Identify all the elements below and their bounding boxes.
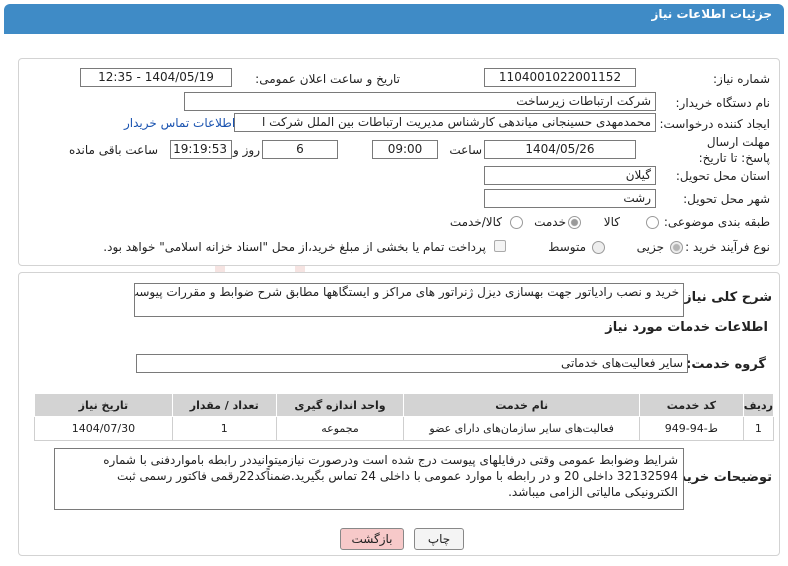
buyer-org-label: نام دستگاه خریدار:	[675, 96, 771, 110]
need-number-field[interactable]: 1104001022001152	[484, 68, 636, 87]
category-radio-service[interactable]	[568, 216, 581, 229]
deadline-time-field[interactable]: 09:00	[372, 140, 438, 159]
category-radio-goods-service[interactable]	[510, 216, 523, 229]
table-row: 1 ط-94-949 فعالیت‌های سایر سازمان‌های دا…	[34, 416, 775, 441]
cell-unit: مجموعه	[275, 416, 405, 441]
category-option-goods: کالا	[603, 215, 620, 229]
cell-need-date: 1404/07/30	[34, 416, 173, 441]
need-info-panel	[18, 58, 780, 266]
print-button[interactable]: چاپ	[414, 528, 464, 550]
services-table: ردیف کد خدمت نام خدمت واحد اندازه گیری ت…	[34, 393, 775, 441]
buyer-contact-link[interactable]: اطلاعات تماس خریدار	[124, 116, 235, 130]
remaining-time-field[interactable]: 19:19:53	[170, 140, 232, 159]
page-title: جزئیات اطلاعات نیاز	[651, 7, 772, 21]
description-label: شرح کلی نیاز:	[678, 290, 772, 305]
category-label: طبقه بندی موضوعی:	[663, 215, 770, 229]
services-section-title: اطلاعات خدمات مورد نیاز	[605, 320, 768, 335]
need-number-label: شماره نیاز:	[713, 72, 770, 86]
days-field[interactable]: 6	[262, 140, 338, 159]
col-row-number: ردیف	[742, 393, 775, 417]
treasury-payment-note: پرداخت تمام یا بخشی از مبلغ خرید،از محل …	[103, 240, 486, 254]
cell-row-number: 1	[742, 416, 775, 441]
buyer-org-field[interactable]: شرکت ارتباطات زیرساخت	[184, 92, 656, 111]
col-need-date: تاریخ نیاز	[34, 393, 173, 417]
process-label: نوع فرآیند خرید :	[685, 240, 770, 254]
back-button[interactable]: بازگشت	[340, 528, 404, 550]
province-label: استان محل تحویل:	[675, 169, 770, 183]
description-textarea[interactable]: خرید و نصب رادیاتور جهت بهسازی دیزل ژنرا…	[134, 283, 684, 317]
requester-label: ایجاد کننده درخواست:	[659, 117, 770, 131]
city-field[interactable]: رشت	[484, 189, 656, 208]
process-radio-minor[interactable]	[670, 241, 683, 254]
days-label: روز و	[233, 143, 260, 157]
col-service-code: کد خدمت	[638, 393, 744, 417]
buyer-notes-textarea[interactable]: شرایط وضوابط عمومی وقتی درفایلهای پیوست …	[54, 448, 684, 510]
cell-quantity: 1	[171, 416, 277, 441]
deadline-time-label: ساعت	[449, 143, 482, 157]
deadline-date-field[interactable]: 1404/05/26	[484, 140, 636, 159]
cell-service-code: ط-94-949	[638, 416, 744, 441]
treasury-payment-checkbox[interactable]	[494, 240, 506, 252]
service-group-field[interactable]: سایر فعالیت‌های خدماتی	[136, 354, 688, 373]
col-unit: واحد اندازه گیری	[275, 393, 405, 417]
category-option-goods-service: کالا/خدمت	[449, 215, 502, 229]
remaining-time-label: ساعت باقی مانده	[68, 143, 158, 157]
category-radio-goods[interactable]	[646, 216, 659, 229]
city-label: شهر محل تحویل:	[683, 192, 770, 206]
services-table-header: ردیف کد خدمت نام خدمت واحد اندازه گیری ت…	[34, 393, 775, 417]
cell-service-name: فعالیت‌های سایر سازمان‌های دارای عضو	[403, 416, 640, 441]
col-service-name: نام خدمت	[403, 393, 640, 417]
province-field[interactable]: گیلان	[484, 166, 656, 185]
category-option-service: خدمت	[534, 215, 566, 229]
announce-datetime-label: تاریخ و ساعت اعلان عمومی:	[255, 72, 400, 86]
process-option-medium: متوسط	[548, 240, 586, 254]
announce-datetime-field[interactable]: 1404/05/19 - 12:35	[80, 68, 232, 87]
col-quantity: تعداد / مقدار	[171, 393, 277, 417]
requester-field[interactable]: محمدمهدی حسینجانی میاندهی کارشناس مدیریت…	[234, 113, 656, 132]
process-option-minor: جزیی	[636, 240, 664, 254]
service-group-label: گروه خدمت:	[686, 357, 766, 372]
deadline-label: مهلت ارسال پاسخ: تا تاریخ:	[698, 135, 770, 165]
process-radio-medium[interactable]	[592, 241, 605, 254]
